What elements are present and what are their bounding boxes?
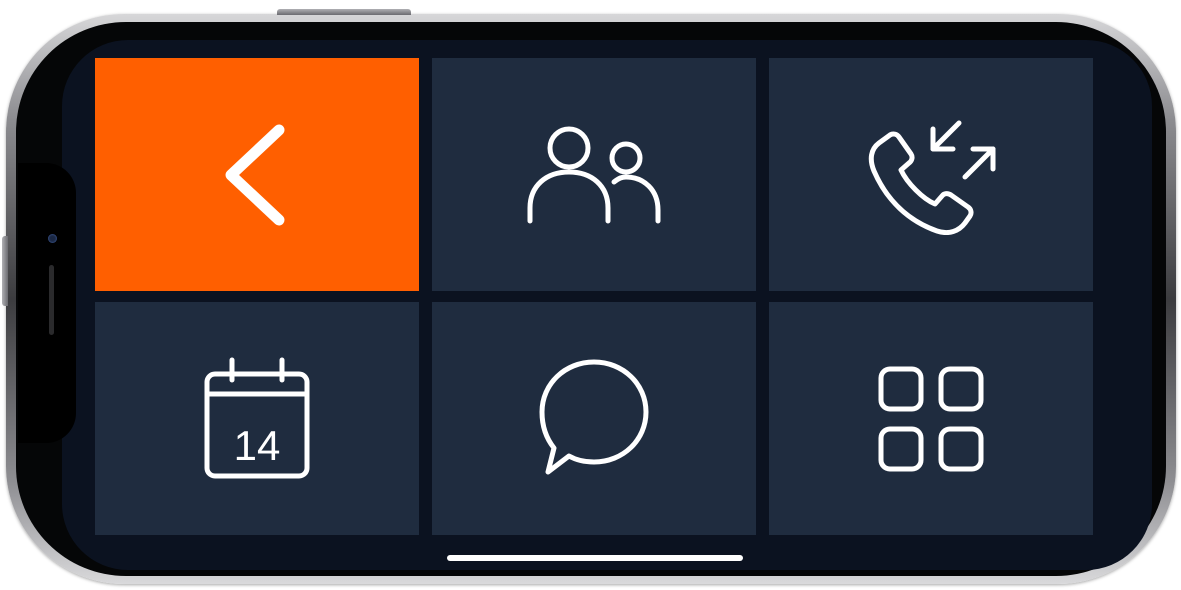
contacts-icon <box>527 126 661 223</box>
messages-tile[interactable] <box>432 302 756 535</box>
home-indicator[interactable] <box>447 555 743 561</box>
volume-button <box>2 236 8 306</box>
calls-icon <box>868 120 996 235</box>
back-chevron-icon <box>225 124 285 225</box>
apps-tile[interactable] <box>769 302 1093 535</box>
side-button <box>277 9 411 15</box>
contacts-tile[interactable] <box>432 58 756 291</box>
calendar-icon: 14 <box>204 357 310 479</box>
earpiece-speaker <box>49 265 54 335</box>
messages-icon <box>539 359 649 475</box>
calendar-tile[interactable]: 14 <box>95 302 419 535</box>
home-screen: 14 <box>62 40 1152 570</box>
apps-grid-icon <box>878 366 984 471</box>
back-tile[interactable] <box>95 58 419 291</box>
phone-notch <box>18 163 76 443</box>
calendar-day-label: 14 <box>234 422 281 469</box>
calls-tile[interactable] <box>769 58 1093 291</box>
front-camera <box>48 234 57 243</box>
